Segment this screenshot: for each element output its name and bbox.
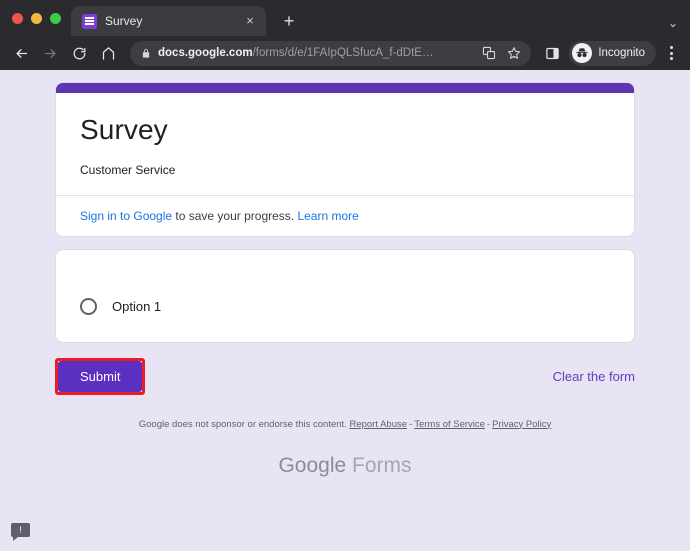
forward-button[interactable] (37, 40, 64, 67)
footer-separator-2: - (487, 419, 490, 430)
browser-tab-survey[interactable]: Survey × (71, 6, 266, 36)
question-card: Option 1 (55, 249, 635, 343)
google-forms-favicon (82, 14, 97, 29)
logo-word-google: Google (278, 454, 346, 477)
browser-toolbar: docs.google.com/forms/d/e/1FAIpQLSfucA_f… (0, 36, 690, 70)
window-traffic-lights (8, 0, 71, 36)
window-minimize-button[interactable] (31, 13, 42, 24)
close-icon[interactable]: × (242, 13, 258, 29)
profile-incognito-chip[interactable]: Incognito (569, 41, 656, 66)
radio-button-option-1[interactable] (80, 298, 97, 315)
form-action-row: Submit Clear the form (55, 361, 635, 393)
url-text: docs.google.com/forms/d/e/1FAIpQLSfucA_f… (158, 47, 473, 59)
form-footer-note: Google does not sponsor or endorse this … (55, 419, 635, 430)
new-tab-button[interactable]: + (276, 8, 302, 34)
google-forms-logo: Google Forms (55, 454, 635, 478)
clear-the-form-link[interactable]: Clear the form (553, 369, 635, 384)
signin-banner: Sign in to Google to save your progress.… (56, 195, 634, 236)
back-button[interactable] (8, 40, 35, 67)
option-row-1[interactable]: Option 1 (80, 298, 610, 315)
tab-strip: Survey × + ⌄ (0, 0, 690, 36)
form-description: Customer Service (80, 163, 610, 177)
form-accent-bar (56, 83, 634, 93)
privacy-policy-link[interactable]: Privacy Policy (492, 419, 551, 430)
side-panel-icon[interactable] (539, 40, 565, 67)
translate-icon[interactable] (480, 44, 498, 62)
sign-in-link[interactable]: Sign in to Google (80, 209, 172, 223)
browser-window: Survey × + ⌄ (0, 0, 690, 551)
url-path: /forms/d/e/1FAIpQLSfucA_f-dDtE… (253, 47, 434, 59)
signin-middle-text: to save your progress. (172, 209, 297, 223)
form-header-card: Survey Customer Service Sign in to Googl… (55, 82, 635, 237)
address-bar[interactable]: docs.google.com/forms/d/e/1FAIpQLSfucA_f… (130, 41, 531, 66)
submit-button[interactable]: Submit (58, 361, 142, 392)
home-button[interactable] (95, 40, 122, 67)
option-label-1: Option 1 (112, 299, 161, 314)
profile-label: Incognito (598, 47, 645, 59)
terms-of-service-link[interactable]: Terms of Service (414, 419, 485, 430)
reload-button[interactable] (66, 40, 93, 67)
window-maximize-button[interactable] (50, 13, 61, 24)
page-content: Survey Customer Service Sign in to Googl… (0, 70, 690, 551)
footer-separator-1: - (409, 419, 412, 430)
window-close-button[interactable] (12, 13, 23, 24)
bookmark-star-icon[interactable] (505, 44, 523, 62)
incognito-avatar-icon (572, 43, 592, 63)
site-security-lock-icon[interactable] (141, 48, 151, 59)
report-abuse-link[interactable]: Report Abuse (349, 419, 407, 430)
three-dot-menu-icon[interactable] (660, 40, 682, 67)
submit-button-highlight: Submit (55, 358, 145, 395)
browser-chrome: Survey × + ⌄ (0, 0, 690, 70)
page-title: Survey (80, 113, 610, 147)
feedback-glyph: ! (19, 526, 22, 535)
url-host: docs.google.com (158, 47, 253, 59)
feedback-report-icon[interactable]: ! (11, 523, 30, 539)
footer-disclaimer: Google does not sponsor or endorse this … (139, 419, 347, 430)
learn-more-link[interactable]: Learn more (297, 209, 358, 223)
logo-word-forms: Forms (352, 454, 412, 477)
chevron-down-icon[interactable]: ⌄ (668, 16, 678, 30)
google-form: Survey Customer Service Sign in to Googl… (55, 70, 635, 478)
tab-title: Survey (105, 14, 234, 28)
form-header-body: Survey Customer Service (56, 93, 634, 195)
